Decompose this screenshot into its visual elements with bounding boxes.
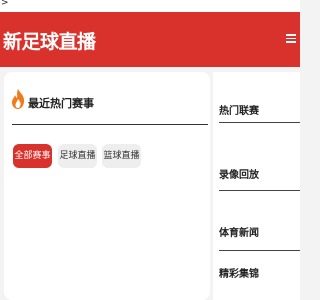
- sidebar-item-hot-leagues[interactable]: 热门联赛: [219, 102, 259, 117]
- section-title: 最近热门赛事: [28, 97, 94, 110]
- sidebar-divider: [219, 190, 300, 191]
- sidebar-item-replays[interactable]: 录像回放: [219, 166, 259, 181]
- top-strip: >: [0, 0, 300, 12]
- site-header: 新足球直播: [0, 12, 300, 67]
- sidebar-item-sports-news[interactable]: 体育新闻: [219, 224, 259, 239]
- flame-icon: [10, 88, 26, 110]
- menu-icon[interactable]: [286, 33, 296, 43]
- hot-events-card: 最近热门赛事 全部赛事 足球直播 篮球直播: [4, 72, 210, 300]
- section-divider: [12, 124, 208, 125]
- sidebar-divider: [219, 122, 300, 123]
- sidebar-item-highlights[interactable]: 精彩集锦: [219, 265, 259, 280]
- site-title[interactable]: 新足球直播: [3, 27, 96, 54]
- sidebar-divider: [219, 250, 300, 251]
- top-strip-text: >: [1, 0, 9, 8]
- tab-all-events[interactable]: 全部赛事: [13, 144, 52, 168]
- sidebar: 热门联赛 录像回放 体育新闻 精彩集锦: [213, 72, 300, 300]
- tab-football-live[interactable]: 足球直播: [58, 144, 97, 168]
- tab-basketball-live[interactable]: 篮球直播: [102, 144, 141, 168]
